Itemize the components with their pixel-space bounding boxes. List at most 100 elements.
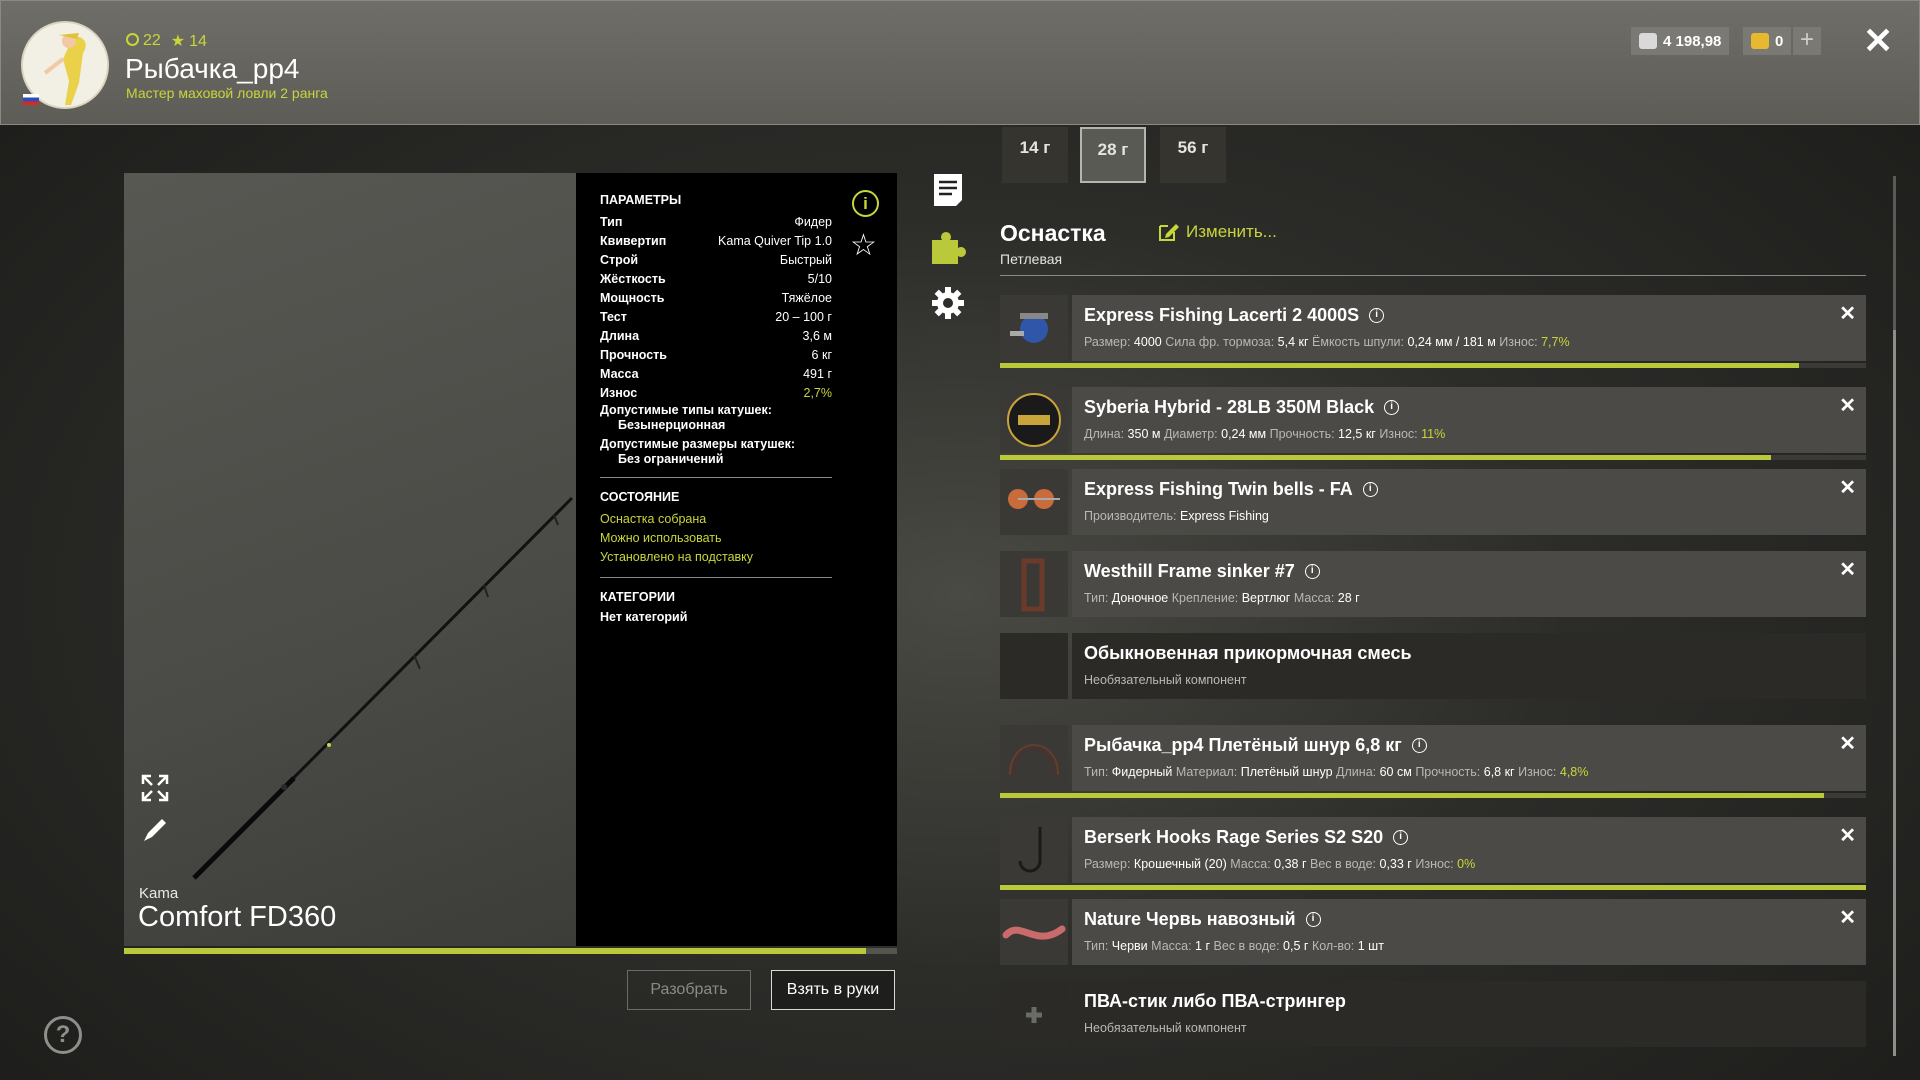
item-thumbnail[interactable] xyxy=(1000,551,1068,617)
remove-item-icon[interactable]: ✕ xyxy=(1839,557,1856,582)
meta-value: 28 г xyxy=(1334,591,1360,605)
close-icon[interactable]: ✕ xyxy=(1863,21,1893,61)
item-meta: Необязательный компонент xyxy=(1084,673,1247,687)
rod-panel: Kama Comfort FD360 ПАРАМЕТРЫ Тип Фидер Кви… xyxy=(124,173,897,946)
item-body[interactable]: Nature Червь навозный i Тип: Черви Масса: … xyxy=(1072,899,1866,965)
item-body[interactable]: ПВА-стик либо ПВА-стрингер Необязательный… xyxy=(1072,981,1866,1047)
item-info-icon[interactable]: i xyxy=(1305,912,1321,927)
meta-label: Износ: xyxy=(1379,427,1418,441)
item-body[interactable]: Syberia Hybrid - 28LB 350M Black i Длина: … xyxy=(1072,387,1866,453)
star-small-icon: ★ xyxy=(170,33,186,50)
item-title-text: Westhill Frame sinker #7 xyxy=(1084,561,1295,581)
weight-tab[interactable]: 56 г xyxy=(1160,127,1226,183)
state-title: СОСТОЯНИЕ xyxy=(600,490,680,504)
item-body[interactable]: Berserk Hooks Rage Series S2 S20 i Размер:… xyxy=(1072,817,1866,883)
take-in-hands-button[interactable]: Взять в руки xyxy=(771,970,895,1010)
tackle-item[interactable]: Nature Червь навозный i Тип: Черви Масса: … xyxy=(1000,899,1866,965)
disassemble-button[interactable]: Разобрать xyxy=(627,970,751,1010)
item-title: ПВА-стик либо ПВА-стрингер xyxy=(1084,991,1346,1012)
level-ring-icon xyxy=(126,33,139,46)
meta-label: Тип: xyxy=(1084,765,1109,779)
item-info-icon[interactable]: i xyxy=(1304,564,1320,579)
param-value: Быстрый xyxy=(779,253,832,267)
tackle-item[interactable]: Berserk Hooks Rage Series S2 S20 i Размер:… xyxy=(1000,817,1866,890)
remove-item-icon[interactable]: ✕ xyxy=(1839,301,1856,326)
star-icon[interactable]: ☆ xyxy=(850,228,877,263)
gold-balance[interactable]: 0 xyxy=(1743,27,1792,55)
remove-item-icon[interactable]: ✕ xyxy=(1839,823,1856,848)
item-body[interactable]: Express Fishing Lacerti 2 4000S i Размер: … xyxy=(1072,295,1866,361)
tackle-item[interactable]: Обыкновенная прикормочная смесь Необязате… xyxy=(1000,633,1866,699)
item-thumbnail[interactable] xyxy=(1000,725,1068,791)
item-title-text: Рыбачка_pp4 Плетёный шнур 6,8 кг xyxy=(1084,735,1402,755)
remove-item-icon[interactable]: ✕ xyxy=(1839,731,1856,756)
change-label: Изменить... xyxy=(1186,222,1277,241)
pencil-icon[interactable] xyxy=(140,815,170,845)
item-body[interactable]: Рыбачка_pp4 Плетёный шнур 6,8 кг i Тип: Фи… xyxy=(1072,725,1866,791)
meta-value: 0,33 г xyxy=(1376,857,1412,871)
remove-item-icon[interactable]: ✕ xyxy=(1839,905,1856,930)
item-meta: Производитель: Express Fishing xyxy=(1084,509,1269,523)
item-thumbnail[interactable] xyxy=(1000,817,1068,883)
item-title-text: Nature Червь навозный xyxy=(1084,909,1296,929)
item-body[interactable]: Westhill Frame sinker #7 i Тип: Доночное К… xyxy=(1072,551,1866,617)
tackle-item[interactable]: Express Fishing Lacerti 2 4000S i Размер: … xyxy=(1000,295,1866,368)
param-key: Тип xyxy=(600,215,623,229)
weight-tab[interactable]: 28 г xyxy=(1080,127,1146,183)
weight-tab[interactable]: 14 г xyxy=(1002,127,1068,183)
expand-icon[interactable] xyxy=(140,773,170,803)
silver-balance[interactable]: 4 198,98 xyxy=(1631,27,1730,55)
item-thumbnail[interactable] xyxy=(1000,633,1068,699)
gear-icon[interactable] xyxy=(930,285,966,321)
item-body[interactable]: Express Fishing Twin bells - FA i Производ… xyxy=(1072,469,1866,535)
tackle-item[interactable]: Express Fishing Twin bells - FA i Производ… xyxy=(1000,469,1866,535)
item-info-icon[interactable]: i xyxy=(1362,482,1378,497)
puzzle-icon[interactable] xyxy=(930,228,966,264)
meta-value: 0% xyxy=(1453,857,1476,871)
change-tackle-link[interactable]: Изменить... xyxy=(1158,222,1277,242)
rod-preview[interactable]: Kama Comfort FD360 xyxy=(124,173,576,946)
notes-icon[interactable] xyxy=(930,172,966,208)
remove-item-icon[interactable]: ✕ xyxy=(1839,475,1856,500)
add-component-icon[interactable] xyxy=(1000,981,1068,1047)
item-condition-fill xyxy=(1000,793,1825,798)
item-thumbnail[interactable] xyxy=(1000,295,1068,361)
help-icon[interactable]: ? xyxy=(44,1016,82,1054)
remove-item-icon[interactable]: ✕ xyxy=(1839,393,1856,418)
item-info-icon[interactable]: i xyxy=(1393,830,1409,845)
meta-label: Износ: xyxy=(1499,335,1538,349)
stars-indicator: ★ 14 xyxy=(170,33,207,50)
info-icon[interactable]: i xyxy=(852,190,879,217)
item-body[interactable]: Обыкновенная прикормочная смесь Необязате… xyxy=(1072,633,1866,699)
item-info-icon[interactable]: i xyxy=(1411,738,1427,753)
reel-sizes-label: Допустимые размеры катушек: xyxy=(600,437,795,451)
item-info-icon[interactable]: i xyxy=(1384,400,1400,415)
meta-value: 1 г xyxy=(1191,939,1211,953)
divider xyxy=(600,477,832,478)
scrollbar-thumb[interactable] xyxy=(1893,330,1896,1056)
meta-label: Масса: xyxy=(1230,857,1271,871)
tackle-item[interactable]: ПВА-стик либо ПВА-стрингер Необязательный… xyxy=(1000,981,1866,1047)
tackle-item[interactable]: Syberia Hybrid - 28LB 350M Black i Длина: … xyxy=(1000,387,1866,460)
state-line: Установлено на подставку xyxy=(600,550,754,564)
tackle-item[interactable]: Westhill Frame sinker #7 i Тип: Доночное К… xyxy=(1000,551,1866,617)
meta-label: Износ: xyxy=(1415,857,1454,871)
item-info-icon[interactable]: i xyxy=(1369,308,1385,323)
item-title: Обыкновенная прикормочная смесь xyxy=(1084,643,1412,664)
meta-value: 350 м xyxy=(1124,427,1161,441)
item-thumbnail[interactable] xyxy=(1000,899,1068,965)
tackle-item[interactable]: Рыбачка_pp4 Плетёный шнур 6,8 кг i Тип: Фи… xyxy=(1000,725,1866,798)
rod-brand: Kama xyxy=(139,885,179,902)
meta-value: Фидерный xyxy=(1108,765,1173,779)
add-currency-button[interactable]: + xyxy=(1793,27,1821,55)
meta-label: Длина: xyxy=(1084,427,1125,441)
param-key: Длина xyxy=(600,329,640,343)
param-key: Износ xyxy=(600,386,638,400)
item-condition-fill xyxy=(1000,885,1866,890)
meta-label: Необязательный компонент xyxy=(1084,1021,1247,1035)
item-thumbnail[interactable] xyxy=(1000,387,1068,453)
item-title-text: Обыкновенная прикормочная смесь xyxy=(1084,643,1412,663)
meta-value: Черви xyxy=(1108,939,1148,953)
item-thumbnail[interactable] xyxy=(1000,469,1068,535)
item-meta: Длина: 350 м Диаметр: 0,24 мм Прочность:… xyxy=(1084,427,1445,441)
